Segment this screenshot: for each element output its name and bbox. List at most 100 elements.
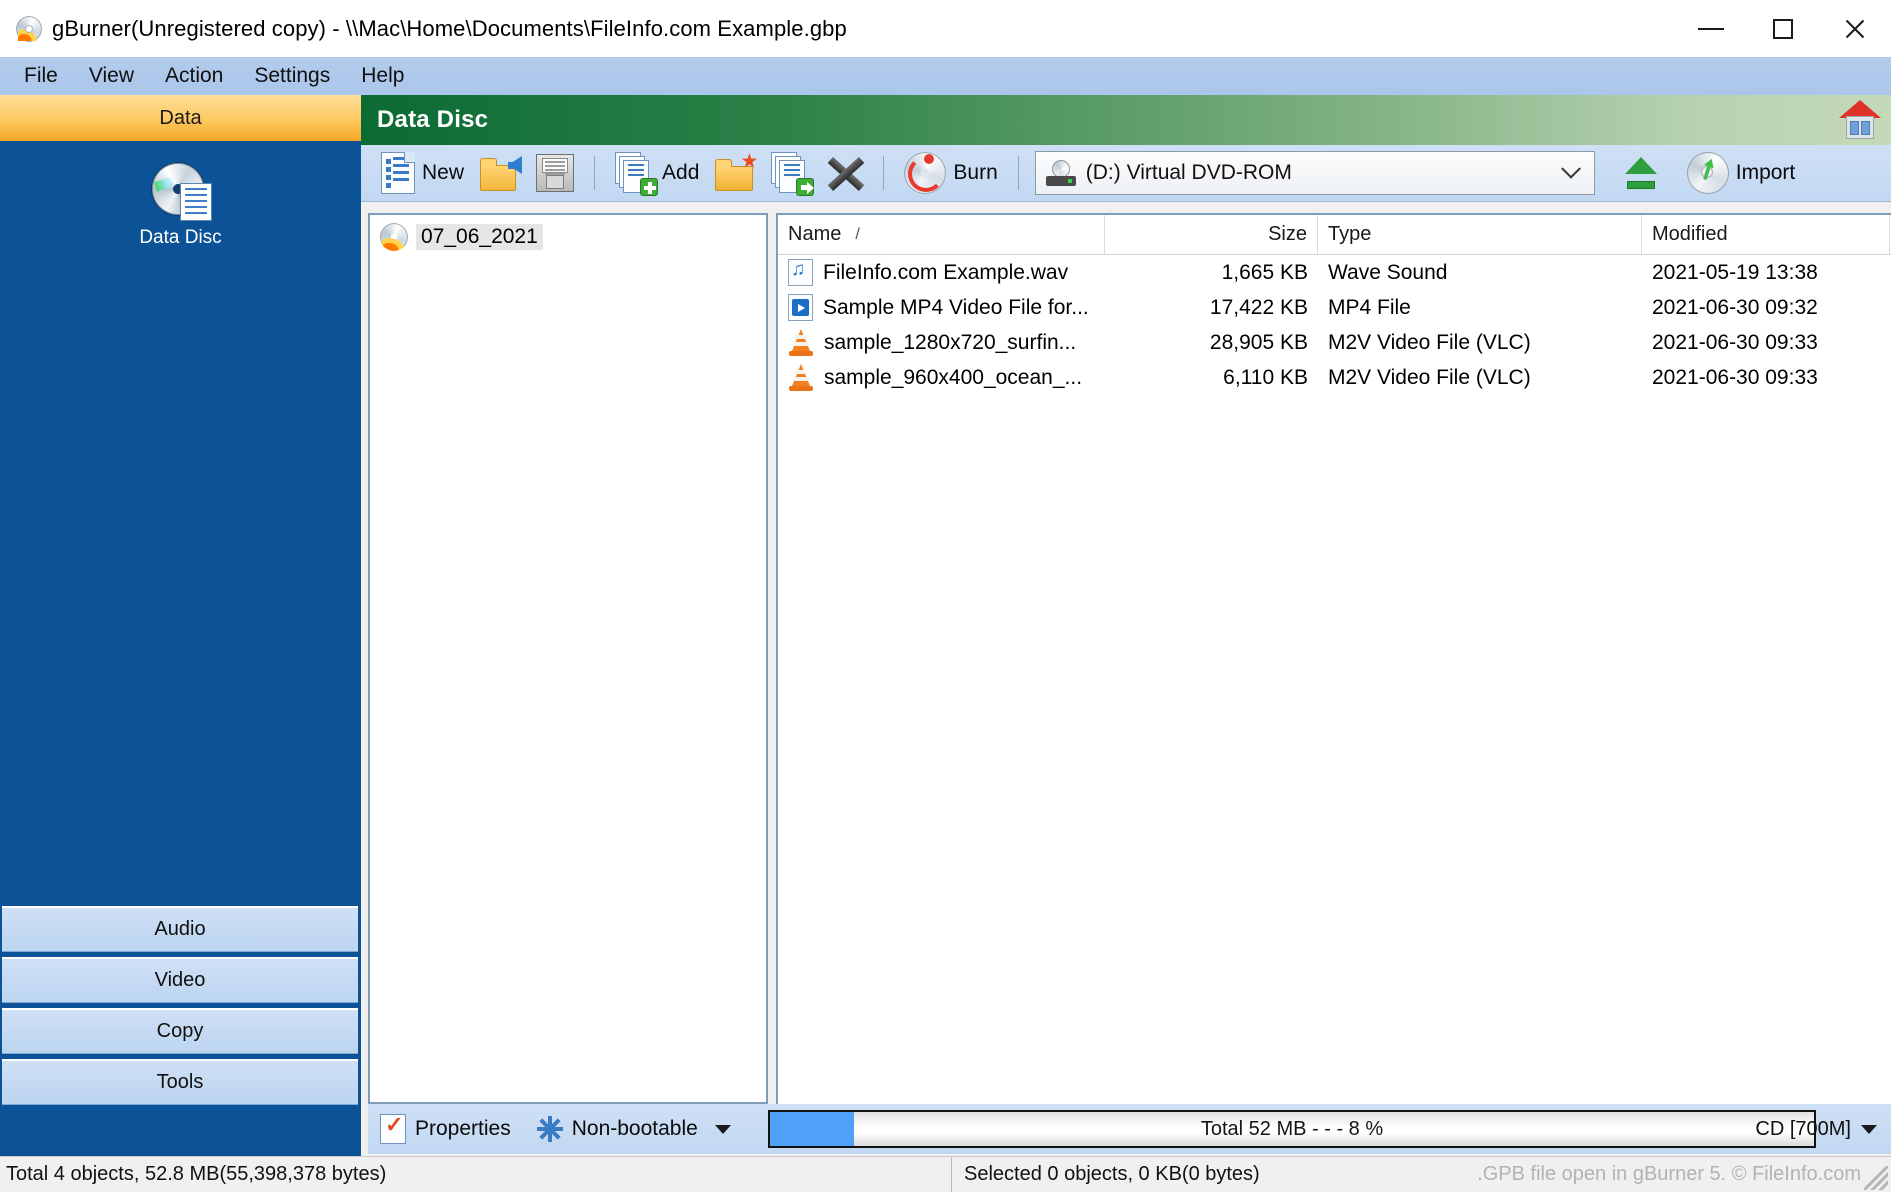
vlc-file-icon	[788, 364, 814, 391]
toolbar-separator-2	[883, 156, 885, 190]
file-name: FileInfo.com Example.wav	[823, 260, 1069, 284]
sidebar-tab-video[interactable]: Video	[2, 957, 358, 1003]
open-button[interactable]	[472, 149, 528, 197]
open-folder-icon	[480, 155, 523, 191]
close-button[interactable]	[1819, 0, 1891, 57]
column-header-type[interactable]: Type	[1318, 214, 1642, 255]
table-row[interactable]: Sample MP4 Video File for... 17,422 KB M…	[778, 290, 1891, 325]
page-title: Data Disc	[377, 106, 489, 133]
file-type: Wave Sound	[1328, 260, 1448, 284]
sidebar: Data Data Disc Audio Video Copy Tools	[0, 95, 361, 1156]
table-row[interactable]: sample_1280x720_surfin... 28,905 KB M2V …	[778, 325, 1891, 360]
eject-button[interactable]	[1617, 149, 1665, 197]
capacity-progress-bar: Total 52 MB - - - 8 %	[768, 1110, 1816, 1148]
file-modified: 2021-06-30 09:32	[1652, 295, 1818, 319]
vlc-file-icon	[788, 329, 814, 356]
menu-settings[interactable]: Settings	[240, 60, 344, 92]
sidebar-tab-tools[interactable]: Tools	[2, 1059, 358, 1105]
chevron-down-icon[interactable]	[714, 1124, 731, 1134]
app-logo-icon	[16, 15, 42, 42]
disc-icon	[380, 223, 408, 251]
toolbar: New Add Burn (D:) Virtual DVD-ROM Import	[361, 145, 1891, 202]
import-button[interactable]: Import	[1679, 149, 1804, 197]
import-button-label: Import	[1735, 161, 1796, 184]
data-disc-icon	[150, 163, 212, 221]
menu-view[interactable]: View	[75, 60, 148, 92]
column-header-name[interactable]: Name /	[778, 214, 1105, 255]
delete-x-icon	[827, 155, 863, 191]
chevron-down-icon[interactable]	[1861, 1124, 1877, 1134]
optical-drive-icon	[1045, 160, 1076, 186]
title-bar: gBurner(Unregistered copy) - \\Mac\Home\…	[0, 0, 1891, 57]
new-folder-icon	[715, 153, 758, 191]
add-folder-button[interactable]	[707, 149, 763, 197]
burn-button[interactable]: Burn	[896, 149, 1005, 197]
file-type: MP4 File	[1328, 295, 1411, 319]
maximize-icon	[1773, 18, 1793, 39]
extract-button[interactable]	[763, 149, 819, 197]
window-title: gBurner(Unregistered copy) - \\Mac\Home\…	[52, 15, 847, 41]
file-list-panel: Name / Size Type Modified FileInfo.com E…	[776, 213, 1891, 1104]
menu-action[interactable]: Action	[151, 60, 237, 92]
toolbar-separator-3	[1017, 156, 1019, 190]
wav-file-icon	[788, 259, 813, 286]
maximize-button[interactable]	[1747, 0, 1819, 57]
file-list-header: Name / Size Type Modified	[778, 214, 1891, 255]
file-modified: 2021-06-30 09:33	[1652, 330, 1818, 354]
tree-root-label: 07_06_2021	[416, 224, 543, 250]
file-size: 28,905 KB	[1209, 330, 1308, 354]
add-button[interactable]: Add	[607, 149, 707, 197]
minimize-button[interactable]	[1675, 0, 1747, 57]
add-button-label: Add	[662, 161, 700, 184]
sidebar-item-data-disc[interactable]: Data Disc	[0, 163, 361, 249]
column-header-size[interactable]: Size	[1105, 214, 1318, 255]
menu-file[interactable]: File	[10, 60, 72, 92]
sort-indicator-icon: /	[855, 225, 860, 243]
file-size: 1,665 KB	[1221, 260, 1308, 284]
gburner-window: gBurner(Unregistered copy) - \\Mac\Home\…	[0, 0, 1891, 1192]
properties-button[interactable]: Properties	[380, 1112, 511, 1144]
eject-icon	[1624, 157, 1657, 189]
mp4-file-icon	[788, 294, 813, 321]
menu-bar: File View Action Settings Help	[0, 57, 1891, 95]
content-header: Data Disc	[361, 95, 1891, 145]
bootable-dropdown[interactable]: Non-bootable	[536, 1116, 731, 1142]
tree-root-item[interactable]: 07_06_2021	[374, 219, 766, 255]
new-document-icon	[381, 152, 415, 194]
resize-grip-icon[interactable]	[1864, 1166, 1888, 1190]
sidebar-tab-audio[interactable]: Audio	[2, 906, 358, 952]
file-name: Sample MP4 Video File for...	[823, 295, 1089, 319]
properties-icon	[380, 1112, 406, 1144]
burn-button-label: Burn	[953, 161, 998, 184]
file-name: sample_1280x720_surfin...	[824, 330, 1077, 354]
file-type: M2V Video File (VLC)	[1328, 330, 1531, 354]
disc-tree-panel[interactable]: 07_06_2021	[368, 213, 768, 1104]
status-total: Total 4 objects, 52.8 MB(55,398,378 byte…	[0, 1156, 952, 1192]
sidebar-tab-data[interactable]: Data	[0, 95, 361, 141]
drive-select[interactable]: (D:) Virtual DVD-ROM	[1034, 151, 1595, 195]
delete-button[interactable]	[819, 149, 871, 197]
burn-disc-icon	[904, 152, 947, 194]
toolbar-separator-1	[594, 156, 596, 190]
column-header-name-label: Name	[788, 223, 842, 245]
save-button[interactable]	[528, 149, 582, 197]
status-bar: Total 4 objects, 52.8 MB(55,398,378 byte…	[0, 1156, 1891, 1192]
minimize-icon	[1698, 27, 1724, 30]
column-header-modified[interactable]: Modified	[1642, 214, 1890, 255]
drive-select-value: (D:) Virtual DVD-ROM	[1085, 161, 1292, 184]
sidebar-tab-copy[interactable]: Copy	[2, 1008, 358, 1054]
save-floppy-icon	[536, 154, 575, 192]
menu-help[interactable]: Help	[347, 60, 418, 92]
home-icon[interactable]	[1839, 100, 1881, 140]
close-icon	[1843, 17, 1867, 41]
extract-files-icon	[771, 152, 815, 196]
table-row[interactable]: sample_960x400_ocean_... 6,110 KB M2V Vi…	[778, 360, 1891, 395]
properties-label: Properties	[415, 1117, 511, 1140]
file-modified: 2021-05-19 13:38	[1652, 260, 1818, 284]
table-row[interactable]: FileInfo.com Example.wav 1,665 KB Wave S…	[778, 255, 1891, 290]
new-button[interactable]: New	[373, 149, 472, 197]
capacity-progress-text: Total 52 MB - - - 8 %	[1200, 1117, 1384, 1140]
new-button-label: New	[422, 161, 465, 184]
chevron-down-icon[interactable]	[1548, 152, 1594, 194]
file-size: 6,110 KB	[1223, 365, 1308, 389]
